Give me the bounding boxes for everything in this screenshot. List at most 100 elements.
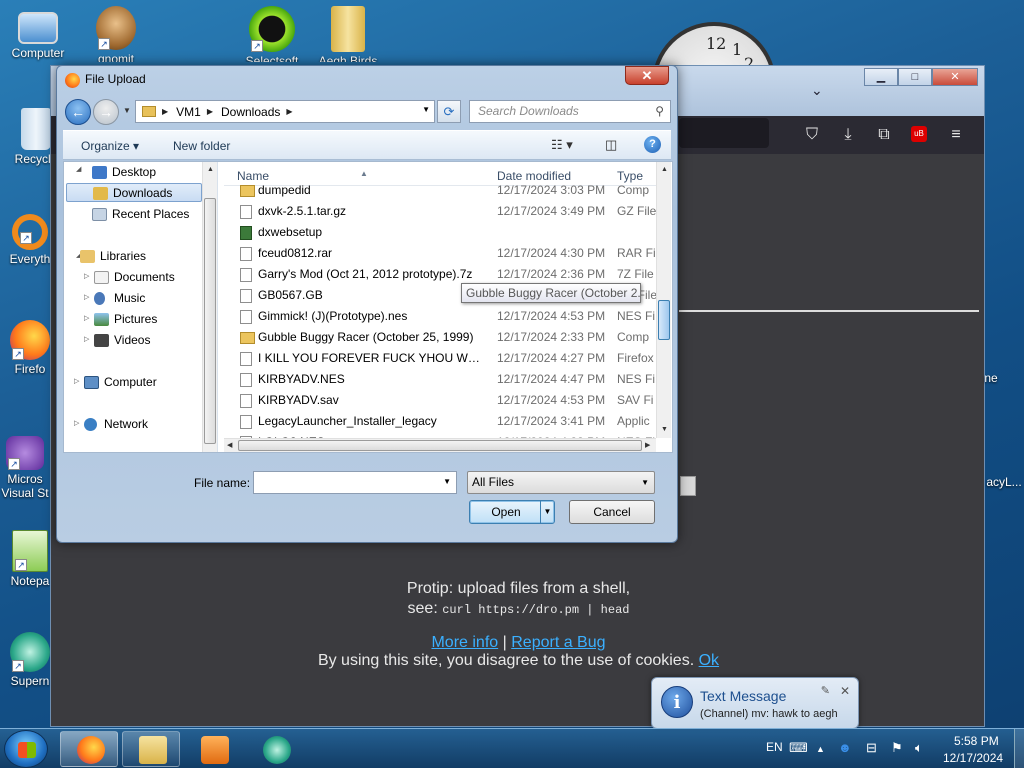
clock-date[interactable]: 12/17/2024 bbox=[943, 751, 1003, 765]
expand-arrow-icon[interactable]: ◢ bbox=[76, 165, 81, 173]
organize-button[interactable]: Organize ▾ bbox=[81, 139, 139, 153]
pin-icon[interactable]: ✎ bbox=[821, 684, 830, 697]
refresh-button[interactable]: ⟳ bbox=[437, 100, 461, 123]
file-row[interactable]: dumpedid 12/17/2024 3:03 PM Comp bbox=[224, 180, 656, 201]
scrollbar-thumb[interactable] bbox=[204, 198, 216, 444]
scrollbar-thumb[interactable] bbox=[658, 300, 670, 340]
file-list-vertical-scrollbar[interactable]: ▲ ▼ bbox=[656, 162, 671, 438]
view-options-icon[interactable]: ☷ ▾ bbox=[551, 137, 573, 153]
messenger-tray-icon[interactable]: ☻ bbox=[838, 740, 852, 755]
scroll-down-arrow-icon[interactable]: ▼ bbox=[661, 426, 668, 433]
file-row[interactable]: Gubble Buggy Racer (October 25, 1999) 12/… bbox=[224, 327, 656, 348]
desktop-icon-aegh-birds[interactable]: Aegh Birds bbox=[312, 6, 384, 62]
navigation-scrollbar[interactable]: ▲ bbox=[202, 162, 217, 452]
help-icon[interactable]: ? bbox=[644, 136, 661, 153]
file-row[interactable]: dxvk-2.5.1.tar.gz 12/17/2024 3:49 PM GZ Fi… bbox=[224, 201, 656, 222]
maximize-button[interactable]: □ bbox=[898, 68, 932, 86]
chevron-down-icon[interactable]: ⌄ bbox=[811, 82, 823, 99]
ublock-icon[interactable]: uB bbox=[911, 126, 927, 142]
nav-item-pictures[interactable]: Pictures bbox=[92, 310, 157, 329]
file-row[interactable]: Gimmick! (J)(Prototype).nes 12/17/2024 4:… bbox=[224, 306, 656, 327]
breadcrumb-separator-icon[interactable]: ▶ bbox=[162, 107, 168, 116]
new-folder-button[interactable]: New folder bbox=[173, 139, 230, 153]
address-dropdown-icon[interactable]: ▼ bbox=[422, 105, 430, 114]
clock-time[interactable]: 5:58 PM bbox=[954, 734, 999, 748]
history-dropdown-icon[interactable]: ▼ bbox=[123, 106, 131, 115]
desktop-icon-label-partial[interactable]: ne bbox=[976, 371, 1006, 385]
search-icon[interactable]: ⚲ bbox=[655, 101, 664, 122]
file-row[interactable]: KIRBYADV.NES 12/17/2024 4:47 PM NES Fi bbox=[224, 369, 656, 390]
cookie-ok-link[interactable]: Ok bbox=[699, 652, 719, 669]
nav-item-videos[interactable]: Videos bbox=[92, 331, 150, 350]
expand-arrow-icon[interactable]: ▷ bbox=[84, 293, 89, 301]
forward-button[interactable]: → bbox=[93, 99, 119, 125]
more-info-link[interactable]: More info bbox=[431, 634, 498, 651]
start-button[interactable] bbox=[4, 730, 48, 768]
open-split-dropdown-icon[interactable]: ▼ bbox=[540, 501, 554, 523]
nav-item-desktop[interactable]: Desktop bbox=[90, 163, 156, 182]
taskbar-media-player[interactable] bbox=[184, 731, 242, 767]
back-button[interactable]: ← bbox=[65, 99, 91, 125]
expand-arrow-icon[interactable]: ▷ bbox=[84, 272, 89, 280]
breadcrumb-separator-icon[interactable]: ▶ bbox=[207, 107, 213, 116]
cancel-button[interactable]: Cancel bbox=[569, 500, 655, 524]
download-icon[interactable]: ⤓ bbox=[837, 124, 859, 146]
file-row[interactable]: fceud0812.rar 12/17/2024 4:30 PM RAR Fi bbox=[224, 243, 656, 264]
volume-icon[interactable]: 🔈︎ bbox=[915, 740, 923, 756]
scroll-up-arrow-icon[interactable]: ▲ bbox=[661, 166, 668, 173]
minimize-button[interactable]: ▁ bbox=[864, 68, 898, 86]
expand-arrow-icon[interactable]: ▷ bbox=[84, 314, 89, 322]
scrollbar-thumb[interactable] bbox=[238, 440, 642, 451]
filter-dropdown-icon[interactable]: ▼ bbox=[641, 472, 649, 493]
show-desktop-button[interactable] bbox=[1014, 729, 1024, 768]
file-name-input[interactable]: ▼ bbox=[253, 471, 457, 494]
taskbar-explorer[interactable] bbox=[122, 731, 180, 767]
notification-close-icon[interactable]: ✕ bbox=[840, 684, 850, 698]
language-indicator[interactable]: EN bbox=[766, 740, 783, 754]
breadcrumb-separator-icon[interactable]: ▶ bbox=[286, 107, 292, 116]
file-row[interactable]: I KILL YOU FOREVER FUCK YHOU WEBP E... 12… bbox=[224, 348, 656, 369]
url-bar[interactable] bbox=[679, 118, 769, 148]
scroll-right-arrow-icon[interactable]: ▶ bbox=[645, 441, 650, 449]
scroll-left-arrow-icon[interactable]: ◀ bbox=[227, 441, 232, 449]
nav-item-downloads[interactable]: Downloads bbox=[66, 183, 202, 202]
menu-icon[interactable]: ≡ bbox=[945, 124, 967, 146]
breadcrumb-downloads[interactable]: Downloads bbox=[221, 105, 280, 119]
desktop-icon-selectsoft[interactable]: ↗ Selectsoft bbox=[236, 6, 308, 62]
open-button[interactable]: Open ▼ bbox=[469, 500, 555, 524]
address-bar[interactable]: ▶ VM1 ▶ Downloads ▶ ▼ bbox=[135, 100, 435, 123]
preview-pane-icon[interactable]: ◫ bbox=[605, 137, 617, 153]
file-row[interactable]: KIRBYADV.sav 12/17/2024 4:53 PM SAV Fi bbox=[224, 390, 656, 411]
expand-arrow-icon[interactable]: ▷ bbox=[84, 335, 89, 343]
nav-item-recent-places[interactable]: Recent Places bbox=[90, 205, 189, 224]
expand-arrow-icon[interactable]: ▷ bbox=[74, 419, 79, 427]
network-tray-icon[interactable]: ⊟ bbox=[866, 740, 877, 756]
action-center-flag-icon[interactable]: ⚑ bbox=[891, 740, 903, 756]
text-message-notification[interactable]: i Text Message (Channel) mv: hawk to aeg… bbox=[651, 677, 859, 729]
resize-handle[interactable] bbox=[680, 476, 696, 496]
file-row[interactable]: LegacyLauncher_Installer_legacy 12/17/202… bbox=[224, 411, 656, 432]
expand-arrow-icon[interactable]: ▷ bbox=[74, 377, 79, 385]
nav-item-documents[interactable]: Documents bbox=[92, 268, 175, 287]
search-input[interactable]: Search Downloads ⚲ bbox=[469, 100, 671, 123]
dialog-close-button[interactable]: ✕ bbox=[625, 66, 669, 85]
taskbar-firefox[interactable] bbox=[60, 731, 118, 767]
show-hidden-icons-icon[interactable]: ▲ bbox=[816, 744, 825, 754]
extensions-icon[interactable]: ⧉ bbox=[873, 124, 895, 146]
desktop-icon-computer[interactable]: Computer bbox=[2, 8, 74, 60]
breadcrumb-vm1[interactable]: VM1 bbox=[176, 105, 201, 119]
file-row[interactable]: Garry's Mod (Oct 21, 2012 prototype).7z 1… bbox=[224, 264, 656, 285]
file-name-dropdown-icon[interactable]: ▼ bbox=[443, 477, 451, 486]
keyboard-icon[interactable]: ⌨ bbox=[789, 740, 808, 756]
desktop-icon-label-partial[interactable]: acyL... bbox=[984, 475, 1024, 489]
nav-item-music[interactable]: Music bbox=[92, 289, 145, 308]
report-bug-link[interactable]: Report a Bug bbox=[511, 634, 605, 651]
file-type-filter[interactable]: All Files ▼ bbox=[467, 471, 655, 494]
pocket-icon[interactable]: ⛉ bbox=[801, 124, 823, 146]
file-row[interactable]: dxwebsetup bbox=[224, 222, 656, 243]
nav-item-libraries[interactable]: Libraries bbox=[78, 247, 146, 266]
nav-item-computer[interactable]: Computer bbox=[82, 373, 157, 392]
desktop-icon-gnomit[interactable]: ↗ gnomit bbox=[80, 6, 152, 62]
scroll-up-arrow-icon[interactable]: ▲ bbox=[207, 166, 214, 173]
nav-item-network[interactable]: Network bbox=[82, 415, 148, 434]
